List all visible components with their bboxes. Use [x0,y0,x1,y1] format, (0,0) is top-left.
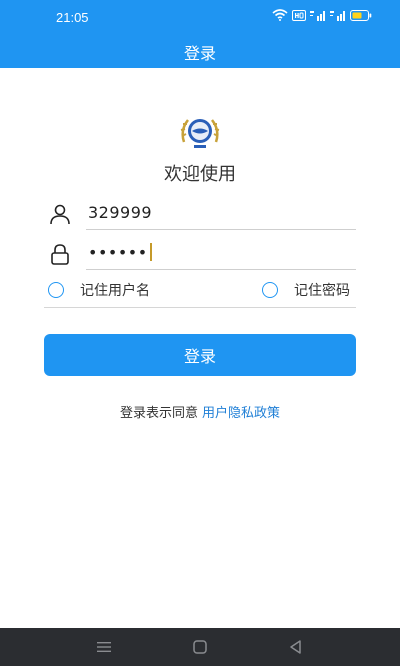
agreement-prefix: 登录表示同意 [119,406,198,421]
username-field[interactable]: 329999 [44,198,356,230]
signal-icon-2 [330,11,345,21]
remember-user-option[interactable]: 记住用户名 [48,280,150,300]
welcome-heading: 欢迎使用 [164,164,236,185]
home-icon[interactable] [190,637,210,657]
hd-icon [292,9,306,21]
back-icon[interactable] [286,637,306,657]
battery-icon [350,9,372,21]
password-field[interactable]: •••••• [44,238,356,270]
wifi-icon [272,9,288,21]
page-title: 登录 [183,44,216,63]
privacy-policy-link[interactable]: 用户隐私政策 [202,406,280,421]
remember-pass-radio[interactable] [262,282,278,298]
password-underline [86,269,356,270]
username-input[interactable]: 329999 [88,203,152,222]
app-logo [180,119,220,148]
text-caret [149,243,152,261]
status-bar: 21:05 [0,0,400,32]
agreement-text: 登录表示同意 用户隐私政策 [0,402,400,421]
title-bar: 登录 [0,32,400,68]
remember-options: 记住用户名 记住密码 [44,276,356,308]
lock-icon [51,244,69,265]
username-underline [86,229,356,230]
remember-pass-option[interactable]: 记住密码 [262,280,350,300]
status-icons [272,9,372,21]
password-input[interactable]: •••••• [88,243,152,262]
remember-pass-label: 记住密码 [294,283,350,299]
system-nav-bar [0,628,400,666]
login-button[interactable]: 登录 [44,334,356,376]
menu-icon[interactable] [94,637,114,657]
user-icon [50,204,70,225]
remember-user-radio[interactable] [48,282,64,298]
signal-icon [310,11,325,21]
password-value: •••••• [88,243,148,262]
status-time: 21:05 [56,10,89,25]
remember-user-label: 记住用户名 [80,283,150,299]
